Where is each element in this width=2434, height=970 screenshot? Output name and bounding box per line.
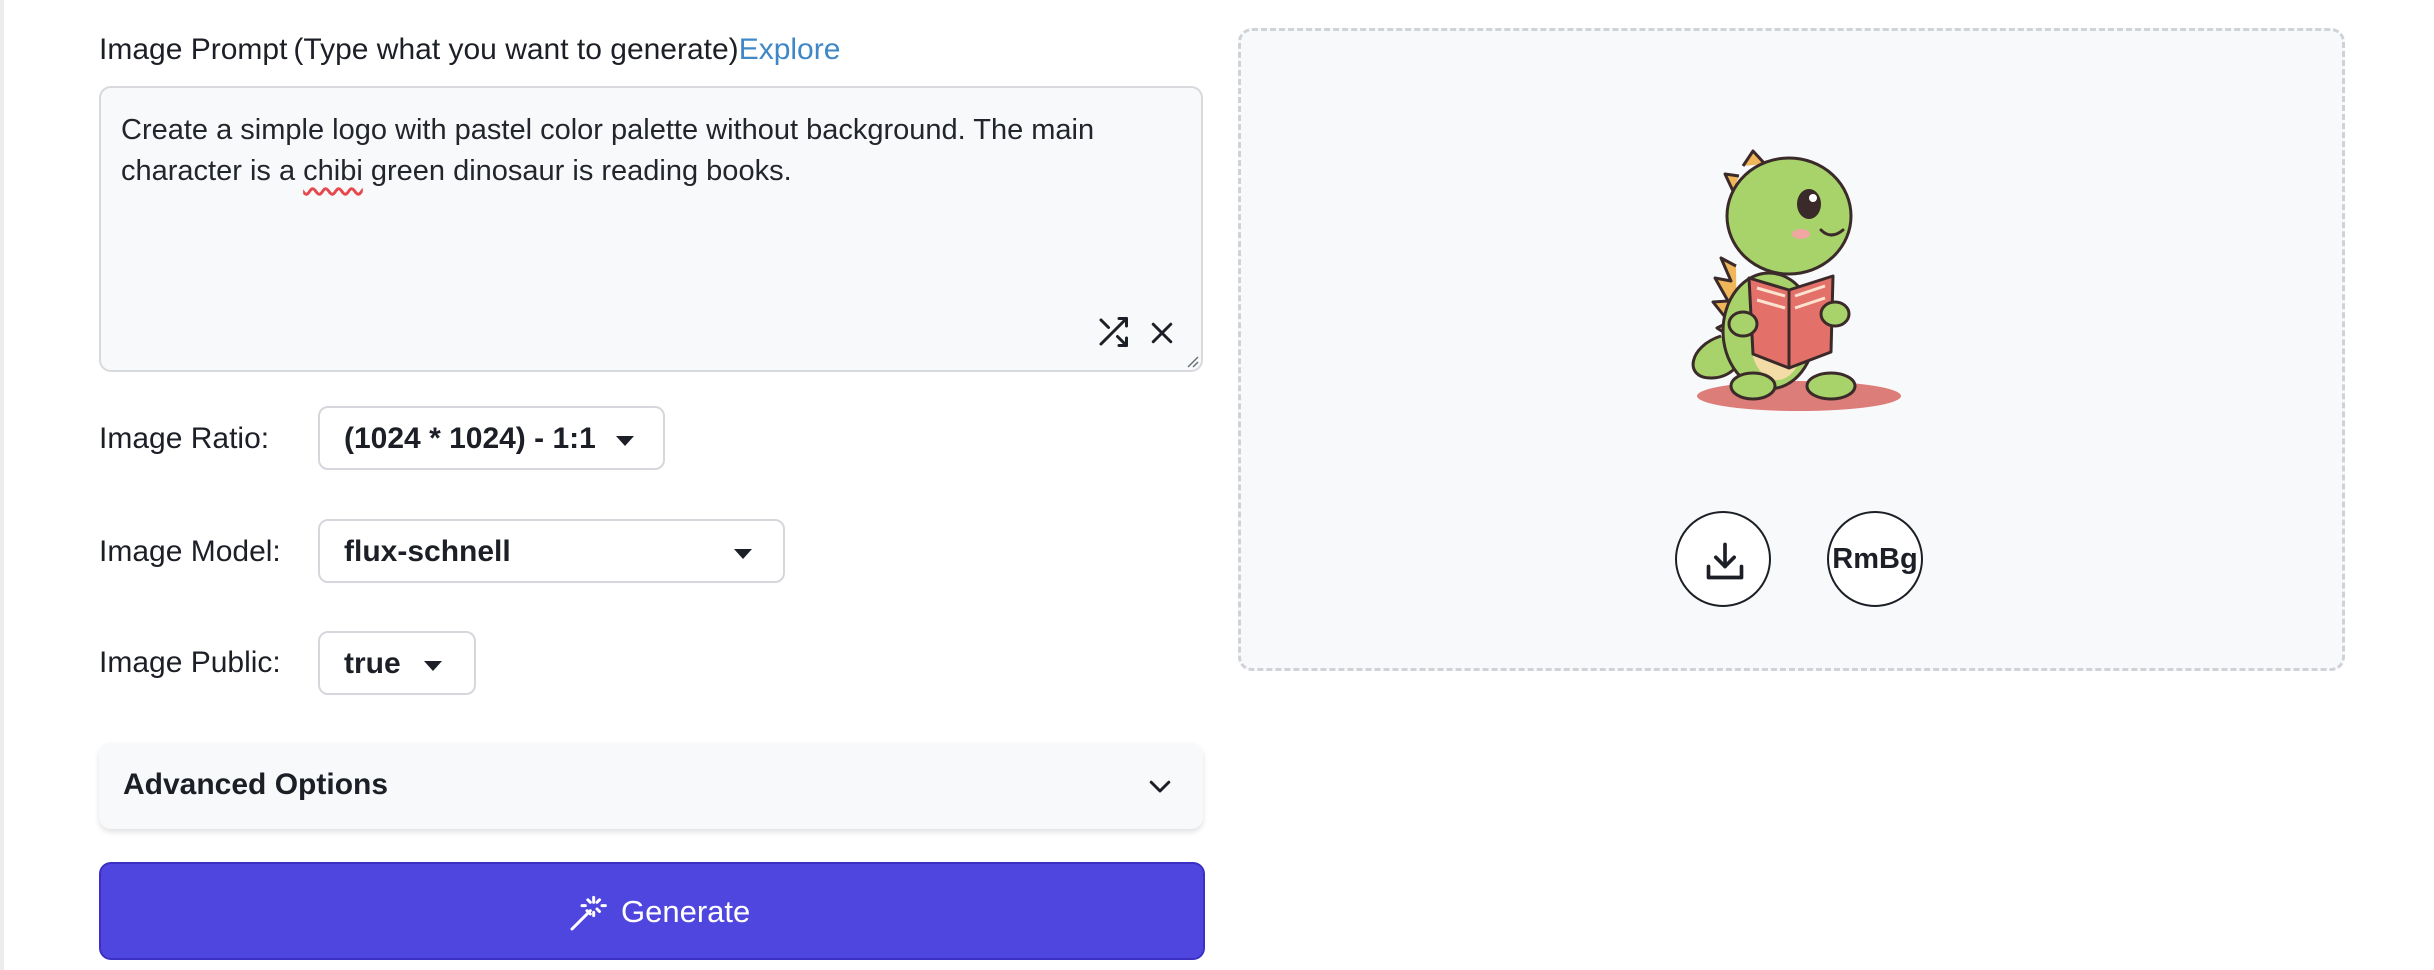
public-value: true (344, 647, 401, 680)
model-select[interactable]: flux-schnell (318, 519, 785, 583)
generate-label: Generate (621, 894, 751, 929)
close-icon[interactable] (1147, 318, 1177, 348)
model-value: flux-schnell (344, 535, 511, 568)
public-label: Image Public: (99, 646, 281, 679)
prompt-textarea[interactable]: Create a simple logo with pastel color p… (99, 86, 1203, 372)
prompt-text[interactable]: Create a simple logo with pastel color p… (121, 110, 1161, 192)
ratio-select[interactable]: (1024 * 1024) - 1:1 (318, 406, 665, 470)
download-button[interactable] (1675, 511, 1771, 607)
model-label: Image Model: (99, 535, 281, 568)
image-preview-panel: RmBg (1238, 28, 2345, 671)
chevron-down-icon (616, 436, 634, 446)
download-icon (1706, 542, 1744, 580)
generated-dinosaur-image (1691, 149, 1901, 411)
prompt-misspelled-word: chibi (303, 155, 363, 187)
explore-link[interactable]: Explore (739, 33, 841, 66)
chevron-down-icon (734, 549, 752, 559)
remove-background-button[interactable]: RmBg (1827, 511, 1923, 607)
rmbg-label: RmBg (1832, 543, 1918, 575)
prompt-label: Image Prompt (99, 33, 288, 66)
advanced-options-toggle[interactable]: Advanced Options (99, 743, 1203, 829)
resize-handle-icon[interactable] (1183, 352, 1199, 368)
shuffle-icon[interactable] (1095, 314, 1131, 350)
page-left-border (0, 0, 4, 970)
magic-wand-icon (570, 895, 607, 931)
ratio-label: Image Ratio: (99, 422, 270, 455)
ratio-value: (1024 * 1024) - 1:1 (344, 422, 596, 455)
chevron-down-icon (1149, 780, 1171, 793)
chevron-down-icon (424, 661, 442, 671)
advanced-options-label: Advanced Options (123, 768, 389, 801)
prompt-heading: Image Prompt (Type what you want to gener… (99, 30, 840, 70)
prompt-hint: (Type what you want to generate) (293, 33, 739, 66)
generate-button[interactable]: Generate (99, 862, 1205, 960)
public-select[interactable]: true (318, 631, 476, 695)
prompt-text-part: green dinosaur is reading books. (362, 155, 792, 187)
